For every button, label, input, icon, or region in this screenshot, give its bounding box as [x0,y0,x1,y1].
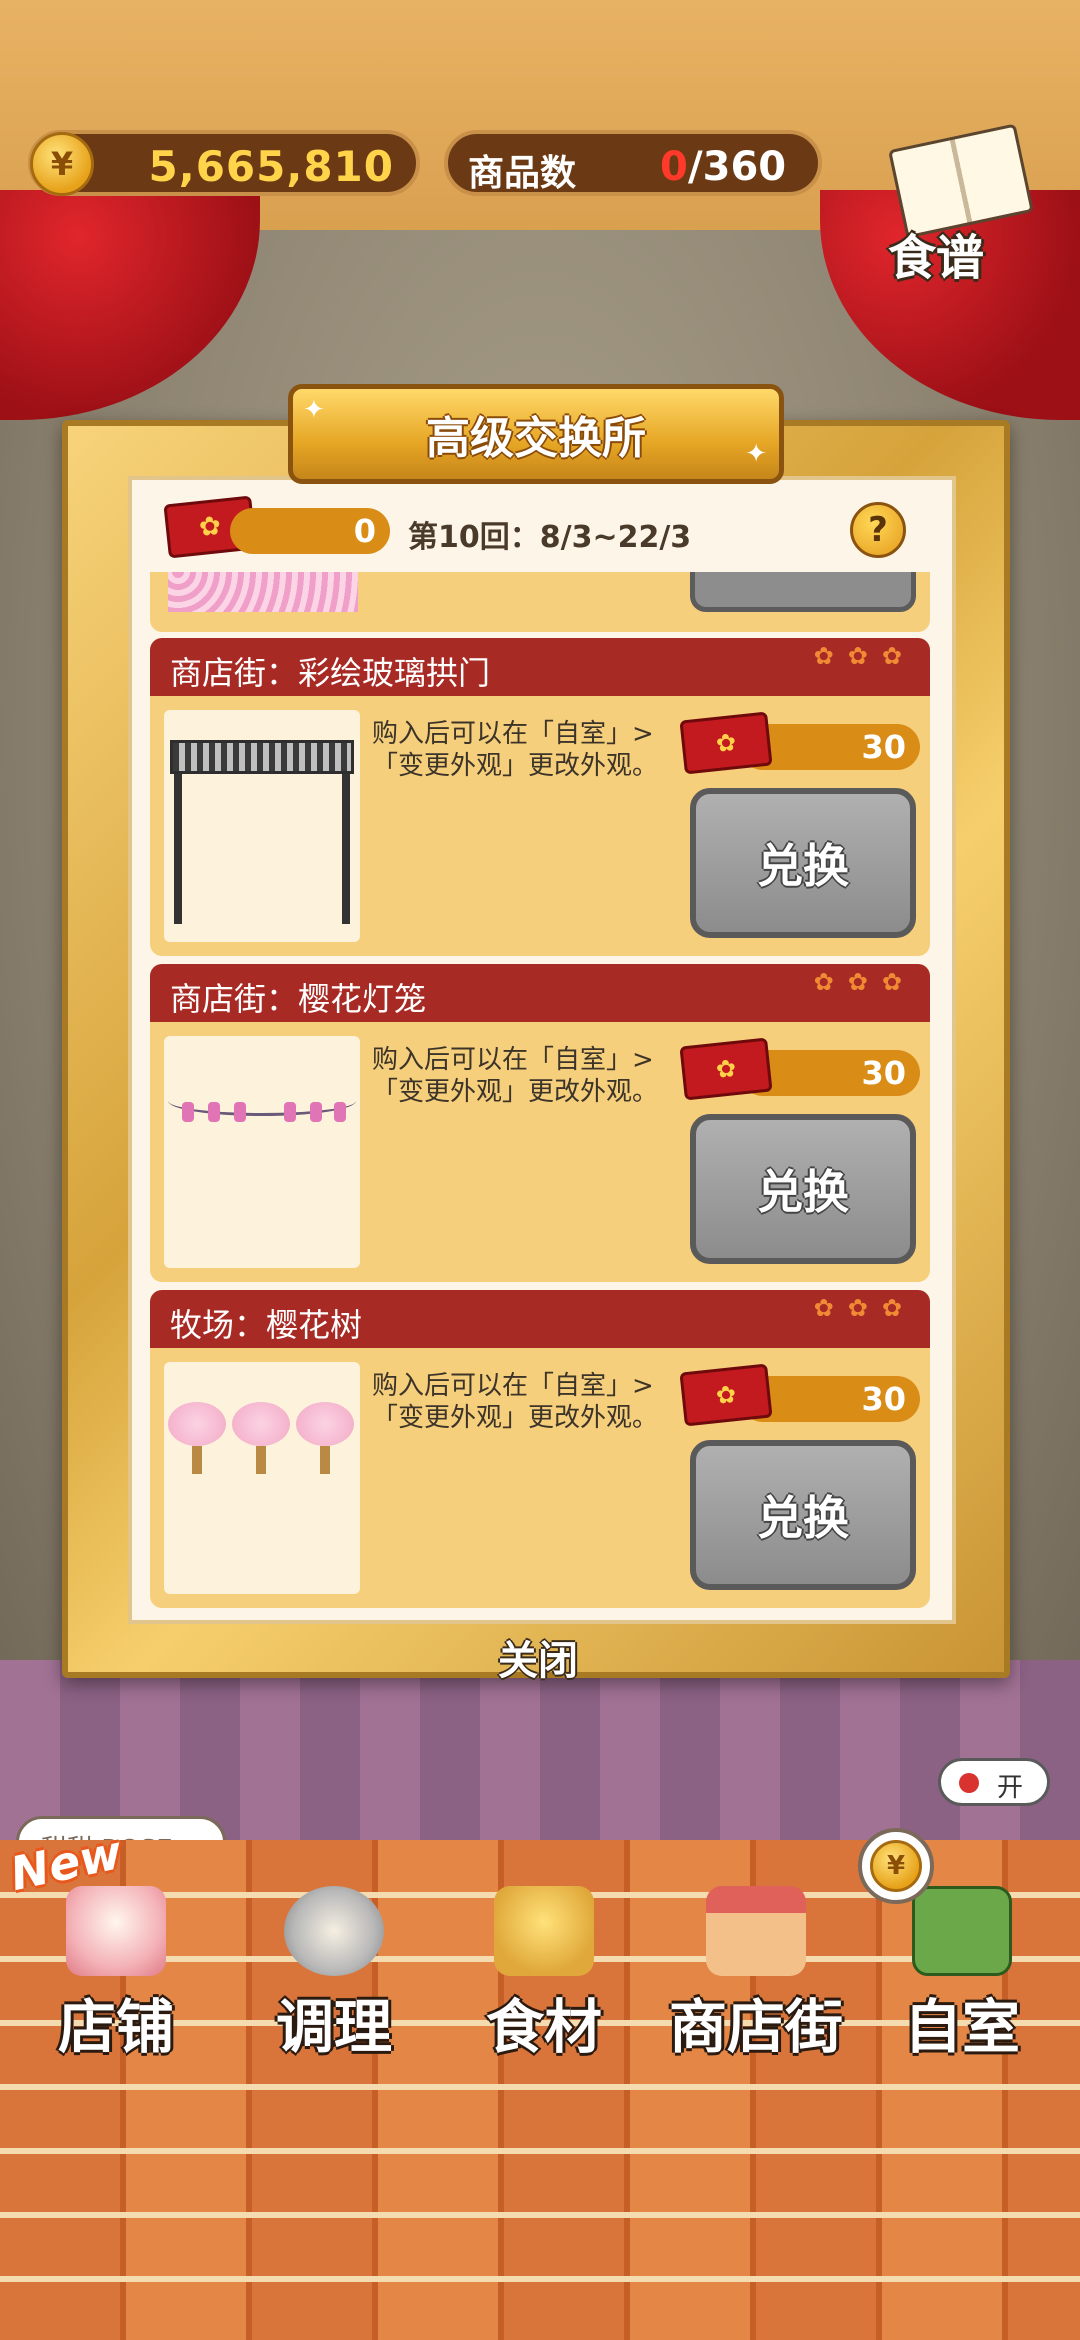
tree-crown [168,1402,226,1446]
nav-item-shopping-street[interactable]: 商店街 [646,1880,866,2070]
item-title: 牧场：樱花树 [170,1306,363,1344]
ticket-info-row: ✿ 0 第10回：8/3~22/3 ? [160,495,930,568]
nav-label: 食材 [485,1993,602,2061]
yen-coin-icon: ¥ [870,1840,922,1892]
item-title: 商店街：樱花灯笼 [170,980,427,1018]
lantern [310,1102,322,1122]
list-item: 商店街：彩绘玻璃拱门 ✿✿✿ 购入后可以在「自室」>「变更外观」更改外观。 ✿ … [150,638,930,956]
cake-icon [66,1886,166,1976]
item-thumbnail [164,1362,360,1594]
toggle-label: 开 [997,1773,1024,1803]
lantern [334,1102,346,1122]
yen-coin-icon: ¥ [30,132,94,196]
item-price-value: 30 [861,1380,906,1418]
item-description: 购入后可以在「自室」>「变更外观」更改外观。 [372,1371,659,1433]
lantern [284,1102,296,1122]
stained-glass-arch-icon [170,740,354,774]
item-count-current: 0 [660,144,688,190]
ticket-balance: 0 [230,508,390,554]
recipe-button[interactable]: 食谱 [868,120,1048,290]
nav-label: 店铺 [57,1993,174,2061]
ticket-icon: ✿ [679,1363,773,1427]
item-description: 购入后可以在「自室」>「变更外观」更改外观。 [372,1045,659,1107]
shop-floor [0,1660,1080,1840]
exchange-button[interactable]: 兑换 [690,1114,916,1264]
dialog-title: 高级交换所 [426,413,646,464]
flower-decoration-icon: ✿✿✿ [813,968,916,996]
sakura-lantern-icon [168,1086,356,1116]
list-item: 牧场：樱花树 ✿✿✿ 购入后可以在「自室」>「变更外观」更改外观。 ✿ 30 兑… [150,1290,930,1608]
list-item: 商店街：樱花灯笼 ✿✿✿ 购入后可以在「自室」>「变更外观」更改外观。 ✿ 30… [150,964,930,1282]
exchange-button[interactable]: 兑换 [690,1440,916,1590]
exchange-list[interactable]: 商店街：彩绘玻璃拱门 ✿✿✿ 购入后可以在「自室」>「变更外观」更改外观。 ✿ … [144,572,934,1624]
help-button[interactable]: ? [850,502,906,558]
item-title: 商店街：彩绘玻璃拱门 [170,654,491,692]
item-count-total: /360 [688,144,787,190]
flower-decoration-icon: ✿✿✿ [813,642,916,670]
card-header: 商店街：彩绘玻璃拱门 ✿✿✿ [150,638,930,696]
ticket-icon: ✿ [679,711,773,775]
shop-building-icon [706,1886,806,1976]
exchange-button-label: 兑换 [757,839,849,893]
tree-trunk [320,1446,330,1474]
yen-notification-bubble[interactable]: ¥ [858,1828,934,1904]
item-thumbnail [164,1036,360,1268]
arch-leg [342,774,350,924]
tree-trunk [256,1446,266,1474]
sparkle-icon: ✦ [303,395,325,425]
close-button[interactable]: 关闭 [498,1628,578,1686]
lantern [234,1102,246,1122]
sparkle-icon: ✦ [745,439,767,469]
nav-item-shop[interactable]: 店铺 [16,1880,216,2070]
card-header: 商店街：樱花灯笼 ✿✿✿ [150,964,930,1022]
item-count-display: 商品数 0 /360 [444,130,822,196]
nav-label: 调理 [275,1993,392,2061]
nav-item-cooking[interactable]: 调理 [234,1880,434,2070]
toggle-switch[interactable]: 开 [938,1758,1050,1806]
exchange-button-label: 兑换 [757,1491,849,1545]
exchange-button-label: 兑换 [757,1165,849,1219]
exchange-button[interactable] [690,572,916,612]
item-thumbnail [164,710,360,942]
ticket-balance-value: 0 [353,512,376,550]
tree-trunk [192,1446,202,1474]
recipe-label: 食谱 [888,230,985,286]
tree-crown [296,1402,354,1446]
nav-label: 自室 [903,1993,1020,2061]
nav-item-ingredients[interactable]: 食材 [444,1880,644,2070]
nav-label: 商店街 [668,1993,843,2061]
lantern [182,1102,194,1122]
money-display: ¥ 5,665,810 [28,130,420,196]
lantern [208,1102,220,1122]
item-price-value: 30 [861,728,906,766]
arch-leg [174,774,182,924]
event-round: 第10回：8/3~22/3 [408,520,692,555]
flower-decoration-icon: ✿✿✿ [813,1294,916,1322]
flour-sack-icon [494,1886,594,1976]
toggle-indicator [959,1773,979,1793]
nav-item-my-room[interactable]: 自室 [862,1880,1062,2070]
item-price-value: 30 [861,1054,906,1092]
list-item-partial [150,572,930,632]
item-thumbnail [168,572,358,612]
staff-only-door-icon [912,1886,1012,1976]
item-count-label: 商品数 [468,153,577,194]
exchange-button[interactable]: 兑换 [690,788,916,938]
dialog-title-plate: 高级交换所 ✦ ✦ [288,384,784,484]
ticket-icon: ✿ [679,1037,773,1101]
cherry-tree-icon [168,1402,226,1474]
cherry-tree-icon [232,1402,290,1474]
money-value: 5,665,810 [148,142,394,191]
cherry-tree-icon [296,1402,354,1474]
mixing-bowl-icon [284,1886,384,1976]
card-header: 牧场：樱花树 ✿✿✿ [150,1290,930,1348]
tree-crown [232,1402,290,1446]
item-description: 购入后可以在「自室」>「变更外观」更改外观。 [372,719,659,781]
